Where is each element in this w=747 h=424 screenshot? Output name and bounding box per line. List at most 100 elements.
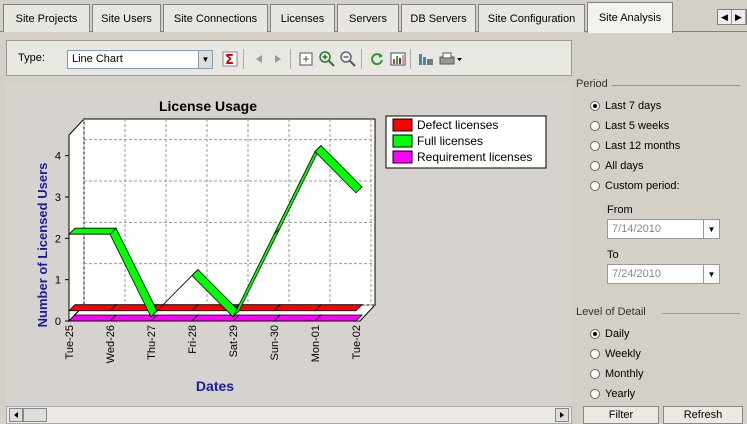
to-label: To bbox=[607, 249, 619, 261]
from-label: From bbox=[607, 204, 633, 216]
y-tick-label: 2 bbox=[55, 233, 61, 245]
detail-group-title: Level of Detail bbox=[576, 306, 648, 318]
legend-swatch-requirement bbox=[392, 150, 413, 164]
scroll-right-icon[interactable] bbox=[555, 408, 569, 422]
tab-site-projects[interactable]: Site Projects bbox=[3, 4, 90, 32]
radio-monthly[interactable]: Monthly bbox=[590, 368, 644, 380]
legend-label-defect: Defect licenses bbox=[417, 118, 498, 132]
tab-db-servers[interactable]: DB Servers bbox=[401, 4, 476, 32]
radio-button-icon bbox=[590, 369, 600, 379]
radio-label: Weekly bbox=[605, 348, 641, 360]
toolbar-separator bbox=[243, 49, 244, 69]
to-date-field[interactable]: 7/24/2010 ▼ bbox=[607, 264, 720, 284]
x-tick-label: Fri-28 bbox=[187, 325, 199, 354]
x-tick-label: Wed-26 bbox=[105, 325, 117, 363]
scroll-left-icon[interactable] bbox=[9, 408, 23, 422]
chevron-down-icon[interactable]: ▼ bbox=[703, 220, 719, 238]
copy-chart-icon[interactable] bbox=[417, 50, 435, 68]
tab-site-connections[interactable]: Site Connections bbox=[163, 4, 268, 32]
series-line-defect-licenses bbox=[68, 304, 117, 312]
radio-weekly[interactable]: Weekly bbox=[590, 348, 641, 360]
series-line-requirement-licenses bbox=[109, 314, 158, 322]
tab-site-configuration[interactable]: Site Configuration bbox=[478, 4, 585, 32]
chevron-down-icon[interactable]: ▼ bbox=[703, 265, 719, 283]
plot-back-wall bbox=[83, 118, 376, 306]
filter-button[interactable]: Filter bbox=[583, 406, 659, 424]
scroll-thumb[interactable] bbox=[23, 408, 47, 422]
chevron-down-icon[interactable]: ▼ bbox=[198, 51, 212, 68]
radio-button-icon bbox=[590, 121, 600, 131]
radio-label: Monthly bbox=[605, 368, 644, 380]
horizontal-scrollbar[interactable] bbox=[6, 406, 572, 424]
series-line-full-licenses bbox=[68, 227, 117, 235]
group-divider bbox=[612, 85, 740, 86]
group-divider bbox=[662, 313, 740, 314]
radio-label: All days bbox=[605, 160, 644, 172]
sum-icon[interactable]: Σ bbox=[221, 50, 239, 68]
x-tick-label: Sat-29 bbox=[228, 325, 240, 357]
license-usage-chart: License Usage 0 1 2 3 4 Tue-25 Wed-26 Thu-27 Fri… bbox=[35, 98, 547, 394]
legend-label-full: Full licenses bbox=[417, 134, 483, 148]
fit-to-window-icon[interactable] bbox=[297, 50, 315, 68]
previous-icon[interactable] bbox=[250, 50, 268, 68]
chart-legend: Defect licenses Full licenses Requiremen… bbox=[385, 115, 547, 169]
series-line-requirement-licenses bbox=[68, 314, 117, 322]
radio-custom-period[interactable]: Custom period: bbox=[590, 180, 680, 192]
x-tick-label: Sun-30 bbox=[269, 325, 281, 360]
radio-label: Last 7 days bbox=[605, 100, 662, 112]
chart-type-value: Line Chart bbox=[72, 53, 123, 65]
radio-label: Daily bbox=[605, 328, 630, 340]
radio-all-days[interactable]: All days bbox=[590, 160, 644, 172]
radio-yearly[interactable]: Yearly bbox=[590, 388, 635, 400]
y-tick-label: 4 bbox=[55, 151, 61, 163]
y-axis-label: Number of Licensed Users bbox=[35, 163, 50, 328]
period-group-title: Period bbox=[576, 78, 610, 90]
y-tick-label: 0 bbox=[55, 316, 61, 328]
zoom-in-icon[interactable] bbox=[318, 50, 336, 68]
filter-panel: Period Last 7 days Last 5 weeks Last 12 … bbox=[576, 76, 747, 424]
radio-last-5-weeks[interactable]: Last 5 weeks bbox=[590, 120, 669, 132]
radio-button-icon bbox=[590, 161, 600, 171]
chart-panel: License Usage 0 1 2 3 4 Tue-25 Wed-26 Thu-27 Fri… bbox=[6, 83, 572, 406]
tab-licenses[interactable]: Licenses bbox=[270, 4, 335, 32]
next-icon[interactable] bbox=[269, 50, 287, 68]
from-date-field[interactable]: 7/14/2010 ▼ bbox=[607, 219, 720, 239]
y-tick-label: 1 bbox=[55, 275, 61, 287]
toolbar-separator bbox=[410, 49, 411, 69]
chart-properties-icon[interactable] bbox=[389, 50, 407, 68]
zoom-out-icon[interactable] bbox=[339, 50, 357, 68]
series-line-defect-licenses bbox=[273, 304, 322, 312]
toolbar-separator bbox=[361, 49, 362, 69]
type-label: Type: bbox=[18, 52, 45, 64]
svg-text:Σ: Σ bbox=[225, 53, 234, 67]
radio-label: Last 12 months bbox=[605, 140, 681, 152]
radio-button-icon bbox=[590, 181, 600, 191]
radio-daily[interactable]: Daily bbox=[590, 328, 629, 340]
refresh-icon[interactable] bbox=[368, 50, 386, 68]
x-tick-label: Thu-27 bbox=[146, 325, 158, 360]
plot-side-wall bbox=[68, 117, 85, 323]
legend-swatch-defect bbox=[392, 118, 413, 132]
radio-label: Last 5 weeks bbox=[605, 120, 670, 132]
radio-last-7-days[interactable]: Last 7 days bbox=[590, 100, 661, 112]
refresh-button[interactable]: Refresh bbox=[663, 406, 743, 424]
tab-scroller: ◀ ▶ bbox=[717, 9, 747, 25]
radio-button-icon bbox=[590, 329, 600, 339]
tab-site-analysis[interactable]: Site Analysis bbox=[587, 2, 673, 33]
radio-last-12-months[interactable]: Last 12 months bbox=[590, 140, 680, 152]
tab-prev-icon[interactable]: ◀ bbox=[718, 10, 732, 24]
series-line-defect-licenses bbox=[314, 304, 363, 312]
from-date-value: 7/14/2010 bbox=[612, 223, 661, 235]
chart-type-select[interactable]: Line Chart ▼ bbox=[67, 50, 213, 69]
legend-swatch-full bbox=[392, 134, 413, 148]
tab-servers[interactable]: Servers bbox=[337, 4, 399, 32]
tab-next-icon[interactable]: ▶ bbox=[732, 10, 746, 24]
radio-label: Yearly bbox=[605, 388, 636, 400]
radio-button-icon bbox=[590, 389, 600, 399]
tab-site-users[interactable]: Site Users bbox=[92, 4, 161, 32]
print-menu-icon[interactable] bbox=[438, 50, 464, 68]
series-line-requirement-licenses bbox=[273, 314, 322, 322]
x-tick-label: Mon-01 bbox=[310, 325, 322, 362]
radio-button-icon bbox=[590, 349, 600, 359]
x-tick-label: Tue-02 bbox=[351, 325, 363, 359]
